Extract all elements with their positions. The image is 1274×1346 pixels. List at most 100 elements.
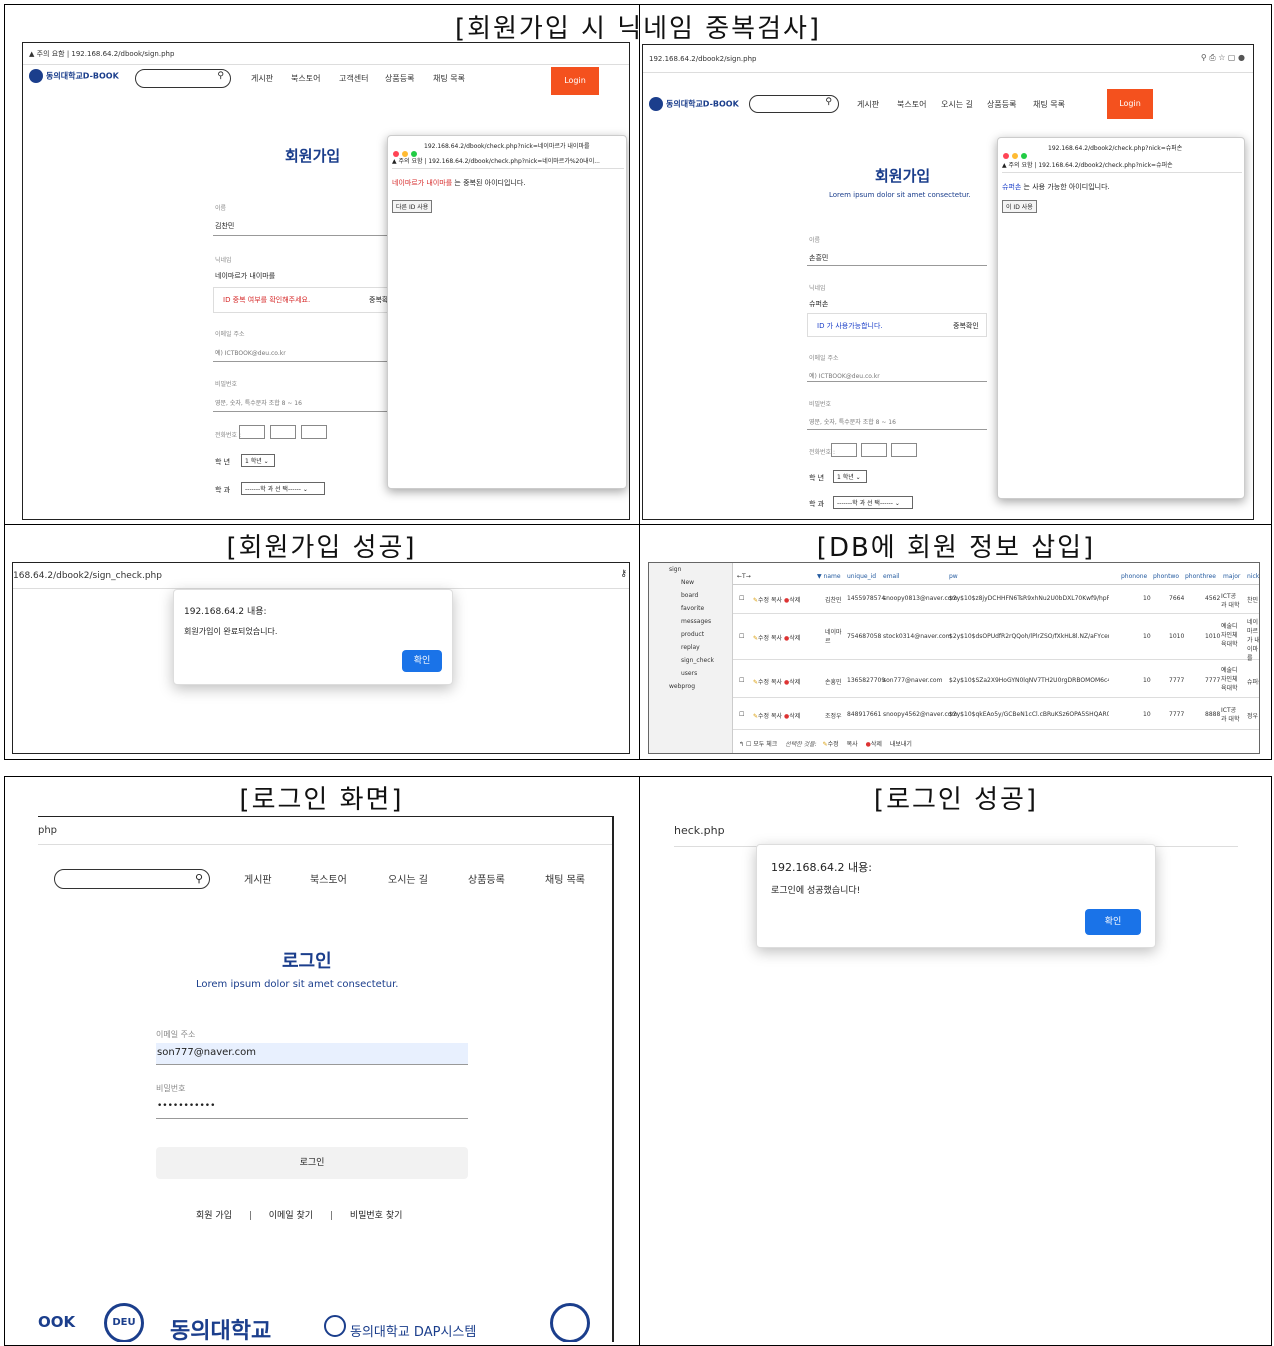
row-actions[interactable]: ✎수정 복사 ●삭제	[753, 711, 800, 720]
row-checkbox[interactable]: ☐	[739, 633, 744, 640]
tree-item-product[interactable]: product	[681, 631, 704, 638]
nav-chat-list[interactable]: 채팅 목록	[433, 73, 465, 84]
pw-field[interactable]: 영문, 숫자, 특수문자 조합 8 ~ 16	[809, 417, 896, 426]
row-actions[interactable]: ✎수정 복사 ●삭제	[753, 633, 800, 642]
col-phonthree[interactable]: phonthree	[1185, 573, 1216, 580]
col-email[interactable]: email	[883, 573, 900, 580]
col-unique-id[interactable]: unique_id	[847, 573, 876, 580]
col-phonone[interactable]: phonone	[1121, 573, 1147, 580]
nav-bookstore[interactable]: 북스토어	[291, 73, 320, 84]
export-button[interactable]: 내보내기	[890, 741, 912, 748]
address-bar[interactable]: php	[38, 817, 612, 845]
find-email-link[interactable]: 이메일 찾기	[269, 1211, 313, 1221]
address-bar[interactable]: heck.php	[674, 824, 725, 837]
nick-field[interactable]: 슈퍼손	[809, 299, 828, 309]
tree-item-messages[interactable]: messages	[681, 618, 711, 625]
major-select[interactable]: -------학 과 선 택------ ⌄	[241, 482, 325, 495]
nav-bookstore[interactable]: 북스토어	[897, 99, 926, 110]
phone-field-3[interactable]	[891, 443, 917, 457]
nav-bookstore[interactable]: 북스토어	[310, 871, 347, 886]
major-label: 학 과	[215, 486, 231, 494]
name-field[interactable]: 김찬민	[215, 221, 234, 231]
nick-field[interactable]: 네이마르가 내이마를	[215, 271, 275, 281]
col-major[interactable]: major	[1223, 573, 1240, 580]
name-field[interactable]: 손흥민	[809, 253, 828, 263]
row-checkbox[interactable]: ☐	[739, 677, 744, 684]
row-checkbox[interactable]: ☐	[739, 595, 744, 602]
address-bar[interactable]: 192.168.64.2/dbook2/sign.php	[643, 45, 1253, 73]
nick-check-button[interactable]: 중복확	[369, 295, 388, 305]
address-bar[interactable]: 168.64.2/dbook2/sign_check.php	[13, 563, 629, 589]
bulk-edit-button[interactable]: ✎수정	[823, 741, 839, 748]
row-divider	[733, 729, 1259, 730]
col-name[interactable]: ▼ name	[817, 573, 841, 580]
search-icon[interactable]: ⚲	[195, 872, 203, 885]
nav-board[interactable]: 게시판	[244, 871, 272, 886]
phone-field-1[interactable]	[831, 443, 857, 457]
nav-directions[interactable]: 오시는 길	[388, 871, 428, 886]
email-field[interactable]: 예) ICTBOOK@deu.co.kr	[809, 371, 880, 380]
nav-product-register[interactable]: 상품등록	[468, 871, 505, 886]
login-button[interactable]: Login	[1107, 89, 1153, 119]
nav-support[interactable]: 고객센터	[339, 73, 368, 84]
login-submit-button[interactable]: 로그인	[156, 1147, 468, 1179]
confirm-button[interactable]: 확인	[402, 650, 442, 672]
tree-item-board[interactable]: board	[681, 592, 698, 599]
column-sort-arrows[interactable]: ←T→	[737, 573, 751, 580]
row-checkbox[interactable]: ☐	[739, 711, 744, 718]
nav-directions[interactable]: 오시는 길	[941, 99, 973, 110]
search-input[interactable]: ⚲	[749, 95, 839, 113]
nav-board[interactable]: 게시판	[857, 99, 879, 110]
find-password-link[interactable]: 비밀번호 찾기	[350, 1211, 403, 1221]
use-other-id-button[interactable]: 다른 ID 사용	[392, 200, 433, 213]
search-input[interactable]: ⚲	[135, 69, 231, 88]
nav-chat-list[interactable]: 채팅 목록	[545, 871, 585, 886]
check-all-button[interactable]: ☐ 모두 체크	[746, 741, 777, 748]
nick-check-button[interactable]: 중복확인	[953, 321, 979, 331]
search-icon[interactable]: ⚲	[217, 71, 224, 81]
tree-item-users[interactable]: users	[681, 670, 697, 677]
row-actions[interactable]: ✎수정 복사 ●삭제	[753, 595, 800, 604]
col-pw[interactable]: pw	[949, 573, 958, 580]
cell-pw: $2y$10$z8jyDCHHFN6TsR9xhNu2U0bDXL70Kwf9/…	[949, 595, 1109, 602]
bulk-copy-button[interactable]: 복사	[847, 741, 858, 748]
phone-field-2[interactable]	[861, 443, 887, 457]
phone-field-2[interactable]	[270, 425, 296, 439]
pw-field[interactable]: 영문, 숫자, 특수문자 조합 8 ~ 16	[215, 398, 302, 407]
col-phontwo[interactable]: phontwo	[1153, 573, 1179, 580]
browser-toolbar-icons[interactable]: ⚲ ⎙ ☆ ▢ ●	[1201, 53, 1245, 63]
grade-select[interactable]: 1 학년 ⌄	[833, 470, 867, 483]
login-button[interactable]: Login	[551, 67, 599, 95]
tree-item-sign-check[interactable]: sign_check	[681, 657, 714, 664]
tree-item-webprog[interactable]: webprog	[669, 683, 695, 690]
university-emblem-icon	[550, 1303, 590, 1342]
row-actions[interactable]: ✎수정 복사 ●삭제	[753, 677, 800, 686]
search-input[interactable]: ⚲	[54, 869, 210, 889]
address-bar[interactable]: ▲ 주의 요함 | 192.168.64.2/dbook/sign.php	[23, 43, 629, 65]
phone-field-1[interactable]	[239, 425, 265, 439]
search-icon[interactable]: ⚲	[825, 97, 832, 107]
tree-item-favorite[interactable]: favorite	[681, 605, 704, 612]
col-nick[interactable]: nick	[1247, 573, 1259, 580]
popup-address-bar[interactable]: ▲ 주의 요함 | 192.168.64.2/dbook2/check.php?…	[1002, 160, 1242, 173]
site-logo[interactable]: 동의대학교D-BOOK	[649, 97, 739, 111]
site-logo[interactable]: 동의대학교D-BOOK	[29, 69, 119, 83]
phone-field-3[interactable]	[301, 425, 327, 439]
tree-item-new[interactable]: New	[681, 579, 694, 586]
popup-address-bar[interactable]: ▲ 주의 요함 | 192.168.64.2/dbook/check.php?n…	[392, 156, 624, 169]
tree-item-sign[interactable]: sign	[669, 566, 681, 573]
bulk-delete-button[interactable]: ●삭제	[866, 741, 882, 748]
tree-item-replay[interactable]: replay	[681, 644, 700, 651]
signup-link[interactable]: 회원 가입	[196, 1211, 232, 1221]
nav-product-register[interactable]: 상품등록	[385, 73, 414, 84]
key-icon[interactable]: ⚷	[620, 569, 627, 579]
confirm-button[interactable]: 확인	[1085, 909, 1141, 935]
grade-select[interactable]: 1 학년 ⌄	[241, 454, 275, 467]
major-select[interactable]: -------학 과 선 택------ ⌄	[833, 496, 913, 509]
cell-unique-id: 1455978574	[847, 595, 886, 602]
use-this-id-button[interactable]: 이 ID 사용	[1002, 200, 1037, 213]
email-field[interactable]: 예) ICTBOOK@deu.co.kr	[215, 348, 286, 357]
nav-chat-list[interactable]: 채팅 목록	[1033, 99, 1065, 110]
nav-board[interactable]: 게시판	[251, 73, 273, 84]
nav-product-register[interactable]: 상품등록	[987, 99, 1016, 110]
